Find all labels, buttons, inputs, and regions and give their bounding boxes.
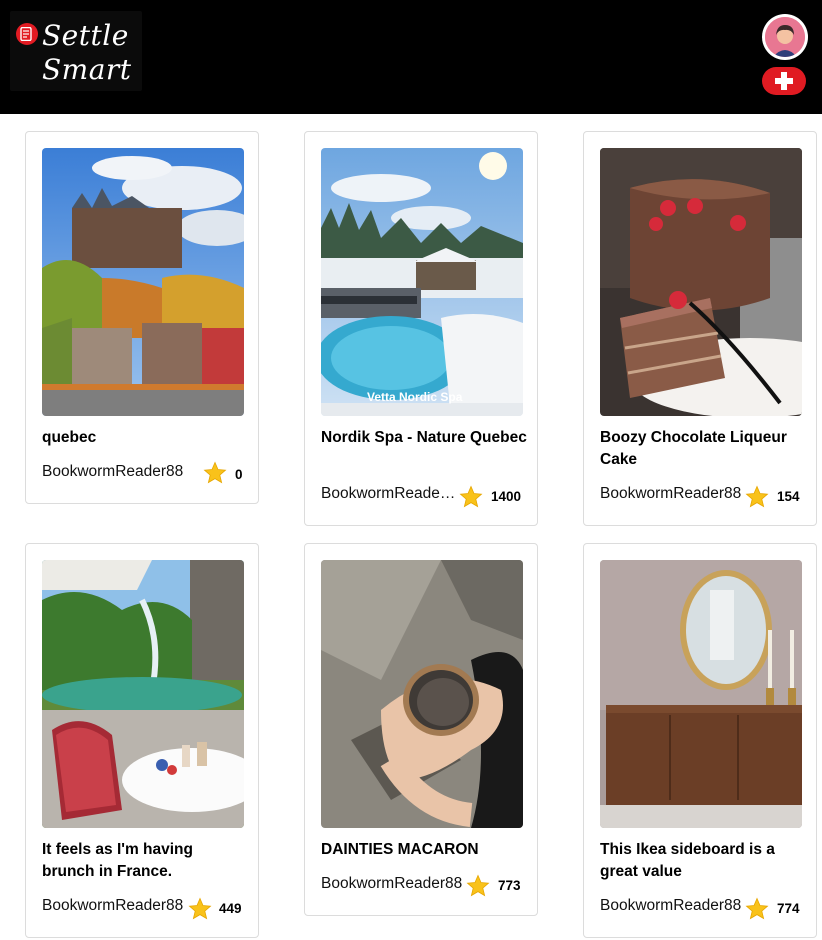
post-image[interactable]: [42, 148, 244, 416]
post-image[interactable]: Vetta Nordic Spa: [321, 148, 523, 416]
post-title: It feels as I'm having brunch in France.: [42, 841, 193, 880]
star-icon[interactable]: [745, 485, 769, 509]
rating-count: 449: [219, 901, 242, 916]
app-logo[interactable]: Settle Smart: [10, 11, 142, 91]
post-title: quebec: [42, 429, 97, 446]
post-image[interactable]: [600, 148, 802, 416]
rating-count: 154: [777, 489, 800, 504]
post-card[interactable]: DAINTIES MACARON BookwormReader88 773: [304, 543, 538, 916]
image-caption: Vetta Nordic Spa: [367, 390, 463, 404]
star-icon[interactable]: [745, 897, 769, 921]
post-image[interactable]: [42, 560, 244, 828]
rating-count: 774: [777, 901, 800, 916]
post-card[interactable]: quebec BookwormReader88 0: [25, 131, 259, 504]
rating-count: 1400: [491, 489, 522, 504]
star-icon[interactable]: [466, 874, 490, 898]
post-title: Nordik Spa - Nature Quebec: [321, 429, 527, 446]
post-card[interactable]: This Ikea sideboard is a great value Boo…: [583, 543, 817, 938]
post-title: DAINTIES MACARON: [321, 841, 479, 858]
post-author[interactable]: BookwormReader88: [42, 463, 202, 481]
add-post-button[interactable]: [762, 67, 806, 95]
user-avatar[interactable]: [762, 14, 808, 60]
plus-icon: [775, 72, 793, 90]
post-title: Boozy Chocolate Liqueur Cake: [600, 429, 787, 468]
avatar-icon: [765, 17, 805, 57]
star-icon[interactable]: [459, 485, 483, 509]
post-author[interactable]: BookwormReader88: [600, 897, 746, 915]
post-author[interactable]: BookwormReader88: [321, 485, 459, 503]
rating-count: 773: [498, 878, 521, 893]
rating-count: 0: [235, 467, 243, 482]
star-icon[interactable]: [188, 897, 212, 921]
post-author[interactable]: BookwormReader88: [42, 897, 188, 915]
post-card[interactable]: Boozy Chocolate Liqueur Cake BookwormRea…: [583, 131, 817, 526]
post-author[interactable]: BookwormReader88: [600, 485, 746, 503]
post-card[interactable]: Vetta Nordic Spa Nordik Spa - Nature Que…: [304, 131, 538, 526]
post-image[interactable]: [600, 560, 802, 828]
post-card[interactable]: It feels as I'm having brunch in France.…: [25, 543, 259, 938]
star-icon[interactable]: [203, 461, 227, 485]
logo-text-line2: Smart: [42, 53, 132, 86]
document-icon: [16, 23, 38, 45]
post-image[interactable]: [321, 560, 523, 828]
post-title: This Ikea sideboard is a great value: [600, 841, 775, 880]
logo-text-line1: Settle: [42, 19, 129, 52]
post-author[interactable]: BookwormReader88: [321, 875, 467, 893]
top-bar: Settle Smart: [0, 0, 822, 114]
